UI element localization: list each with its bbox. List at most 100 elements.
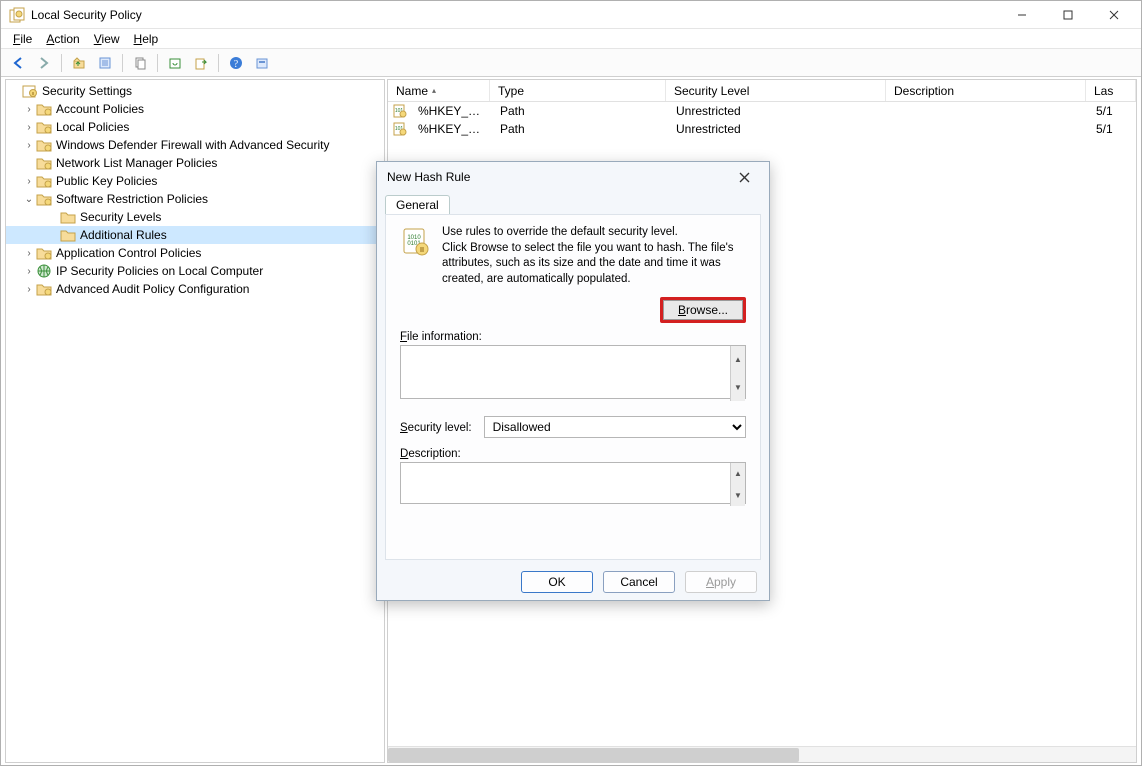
scroll-down-icon[interactable]: ▼ [730,485,745,507]
scroll-down-icon[interactable]: ▼ [730,374,745,402]
expander-icon[interactable]: ⌄ [22,194,36,205]
tree-item-label: Public Key Policies [56,174,157,188]
rule-icon: 101 [392,103,408,119]
cell-name: %HKEY_LOC... [410,122,492,136]
window-title: Local Security Policy [31,8,999,22]
description-label: Description: [400,448,746,460]
tree-root[interactable]: Security Settings [6,82,384,100]
tree-item-label: Account Policies [56,102,144,116]
col-security-level[interactable]: Security Level [666,80,886,101]
tree-item-label: Additional Rules [80,228,167,242]
folder-icon [60,227,76,243]
folder-icon [36,119,52,135]
col-last-modified[interactable]: Las [1086,80,1136,101]
tree-item[interactable]: ⌄Software Restriction Policies [6,190,384,208]
expander-icon[interactable]: › [22,266,36,277]
menu-file[interactable]: File [7,31,38,47]
dialog-footer: OK Cancel Apply [377,564,769,600]
scroll-up-icon[interactable]: ▲ [730,346,745,374]
table-row[interactable]: 101%HKEY_LOC...PathUnrestricted5/1 [388,102,1136,120]
cell-last-modified: 5/1 [1088,104,1136,118]
col-type[interactable]: Type [490,80,666,101]
refresh-button[interactable] [164,52,186,74]
expander-icon[interactable]: › [22,104,36,115]
security-level-select[interactable]: Disallowed [484,416,746,438]
tree-item-label: IP Security Policies on Local Computer [56,264,263,278]
up-button[interactable] [68,52,90,74]
expander-icon[interactable]: › [22,122,36,133]
browse-button-highlight: Browse... [660,297,746,323]
tree-item[interactable]: › Local Policies [6,118,384,136]
col-description[interactable]: Description [886,80,1086,101]
file-information-field[interactable] [400,345,746,399]
cell-last-modified: 5/1 [1088,122,1136,136]
folder-icon [60,209,76,225]
toolbar-separator [122,54,123,72]
cancel-button[interactable]: Cancel [603,571,675,593]
menu-view[interactable]: View [88,31,126,47]
ok-button[interactable]: OK [521,571,593,593]
folder-icon [36,245,52,261]
tree-pane[interactable]: Security Settings › Account Policies › Loca… [5,79,385,763]
hash-rule-icon: 10100101 [400,225,432,257]
col-name[interactable]: Name▴ [388,80,490,101]
menu-help[interactable]: Help [128,31,165,47]
back-button[interactable] [7,52,29,74]
export-button[interactable] [190,52,212,74]
copy-button[interactable] [129,52,151,74]
folder-icon [36,137,52,153]
cell-type: Path [492,104,668,118]
tree-item[interactable]: Additional Rules [6,226,384,244]
toolbar-separator [61,54,62,72]
tree-item-label: Local Policies [56,120,129,134]
cell-security: Unrestricted [668,122,888,136]
options-button[interactable] [251,52,273,74]
dialog-info-text: Use rules to override the default securi… [442,225,746,287]
titlebar: Local Security Policy [1,1,1141,29]
folder-icon [36,173,52,189]
help-button[interactable]: ? [225,52,247,74]
close-button[interactable] [1091,1,1137,29]
expander-icon[interactable]: › [22,140,36,151]
tree-item-label: Advanced Audit Policy Configuration [56,282,249,296]
expander-icon[interactable]: › [22,248,36,259]
tree-item-label: Security Levels [80,210,161,224]
tree-item[interactable]: Security Levels [6,208,384,226]
tree-item-label: Windows Defender Firewall with Advanced … [56,138,329,152]
properties-button[interactable] [94,52,116,74]
minimize-button[interactable] [999,1,1045,29]
folder-icon [36,263,52,279]
tree-item-label: Application Control Policies [56,246,201,260]
dialog-title: New Hash Rule [387,170,729,184]
tree-item[interactable]: › Windows Defender Firewall with Advanced… [6,136,384,154]
new-hash-rule-dialog: New Hash Rule General 10100101 Use rules… [376,161,770,601]
expander-icon[interactable]: › [22,284,36,295]
maximize-button[interactable] [1045,1,1091,29]
tree-item[interactable]: › IP Security Policies on Local Computer [6,262,384,280]
menu-action[interactable]: Action [40,31,85,47]
table-row[interactable]: 101%HKEY_LOC...PathUnrestricted5/1 [388,120,1136,138]
horizontal-scrollbar[interactable] [388,746,1136,762]
tree-item-label: Network List Manager Policies [56,156,217,170]
browse-button[interactable]: Browse... [663,300,743,320]
expander-icon[interactable]: › [22,176,36,187]
forward-button[interactable] [33,52,55,74]
dialog-close-button[interactable] [729,164,759,190]
tree-item[interactable]: Network List Manager Policies [6,154,384,172]
tab-general[interactable]: General [385,195,450,214]
security-level-label: Security level: [400,422,472,434]
tree-item[interactable]: › Account Policies [6,100,384,118]
cell-name: %HKEY_LOC... [410,104,492,118]
scrollbar-thumb[interactable] [388,748,799,762]
tree-item[interactable]: › Application Control Policies [6,244,384,262]
toolbar-separator [218,54,219,72]
menubar: File Action View Help [1,29,1141,49]
apply-button[interactable]: Apply [685,571,757,593]
description-field[interactable] [400,462,746,504]
toolbar: ? [1,49,1141,77]
tree-item[interactable]: › Advanced Audit Policy Configuration [6,280,384,298]
scroll-up-icon[interactable]: ▲ [730,463,745,485]
tree-item[interactable]: › Public Key Policies [6,172,384,190]
file-information-label: File information: [400,331,746,343]
rule-icon: 101 [392,121,408,137]
